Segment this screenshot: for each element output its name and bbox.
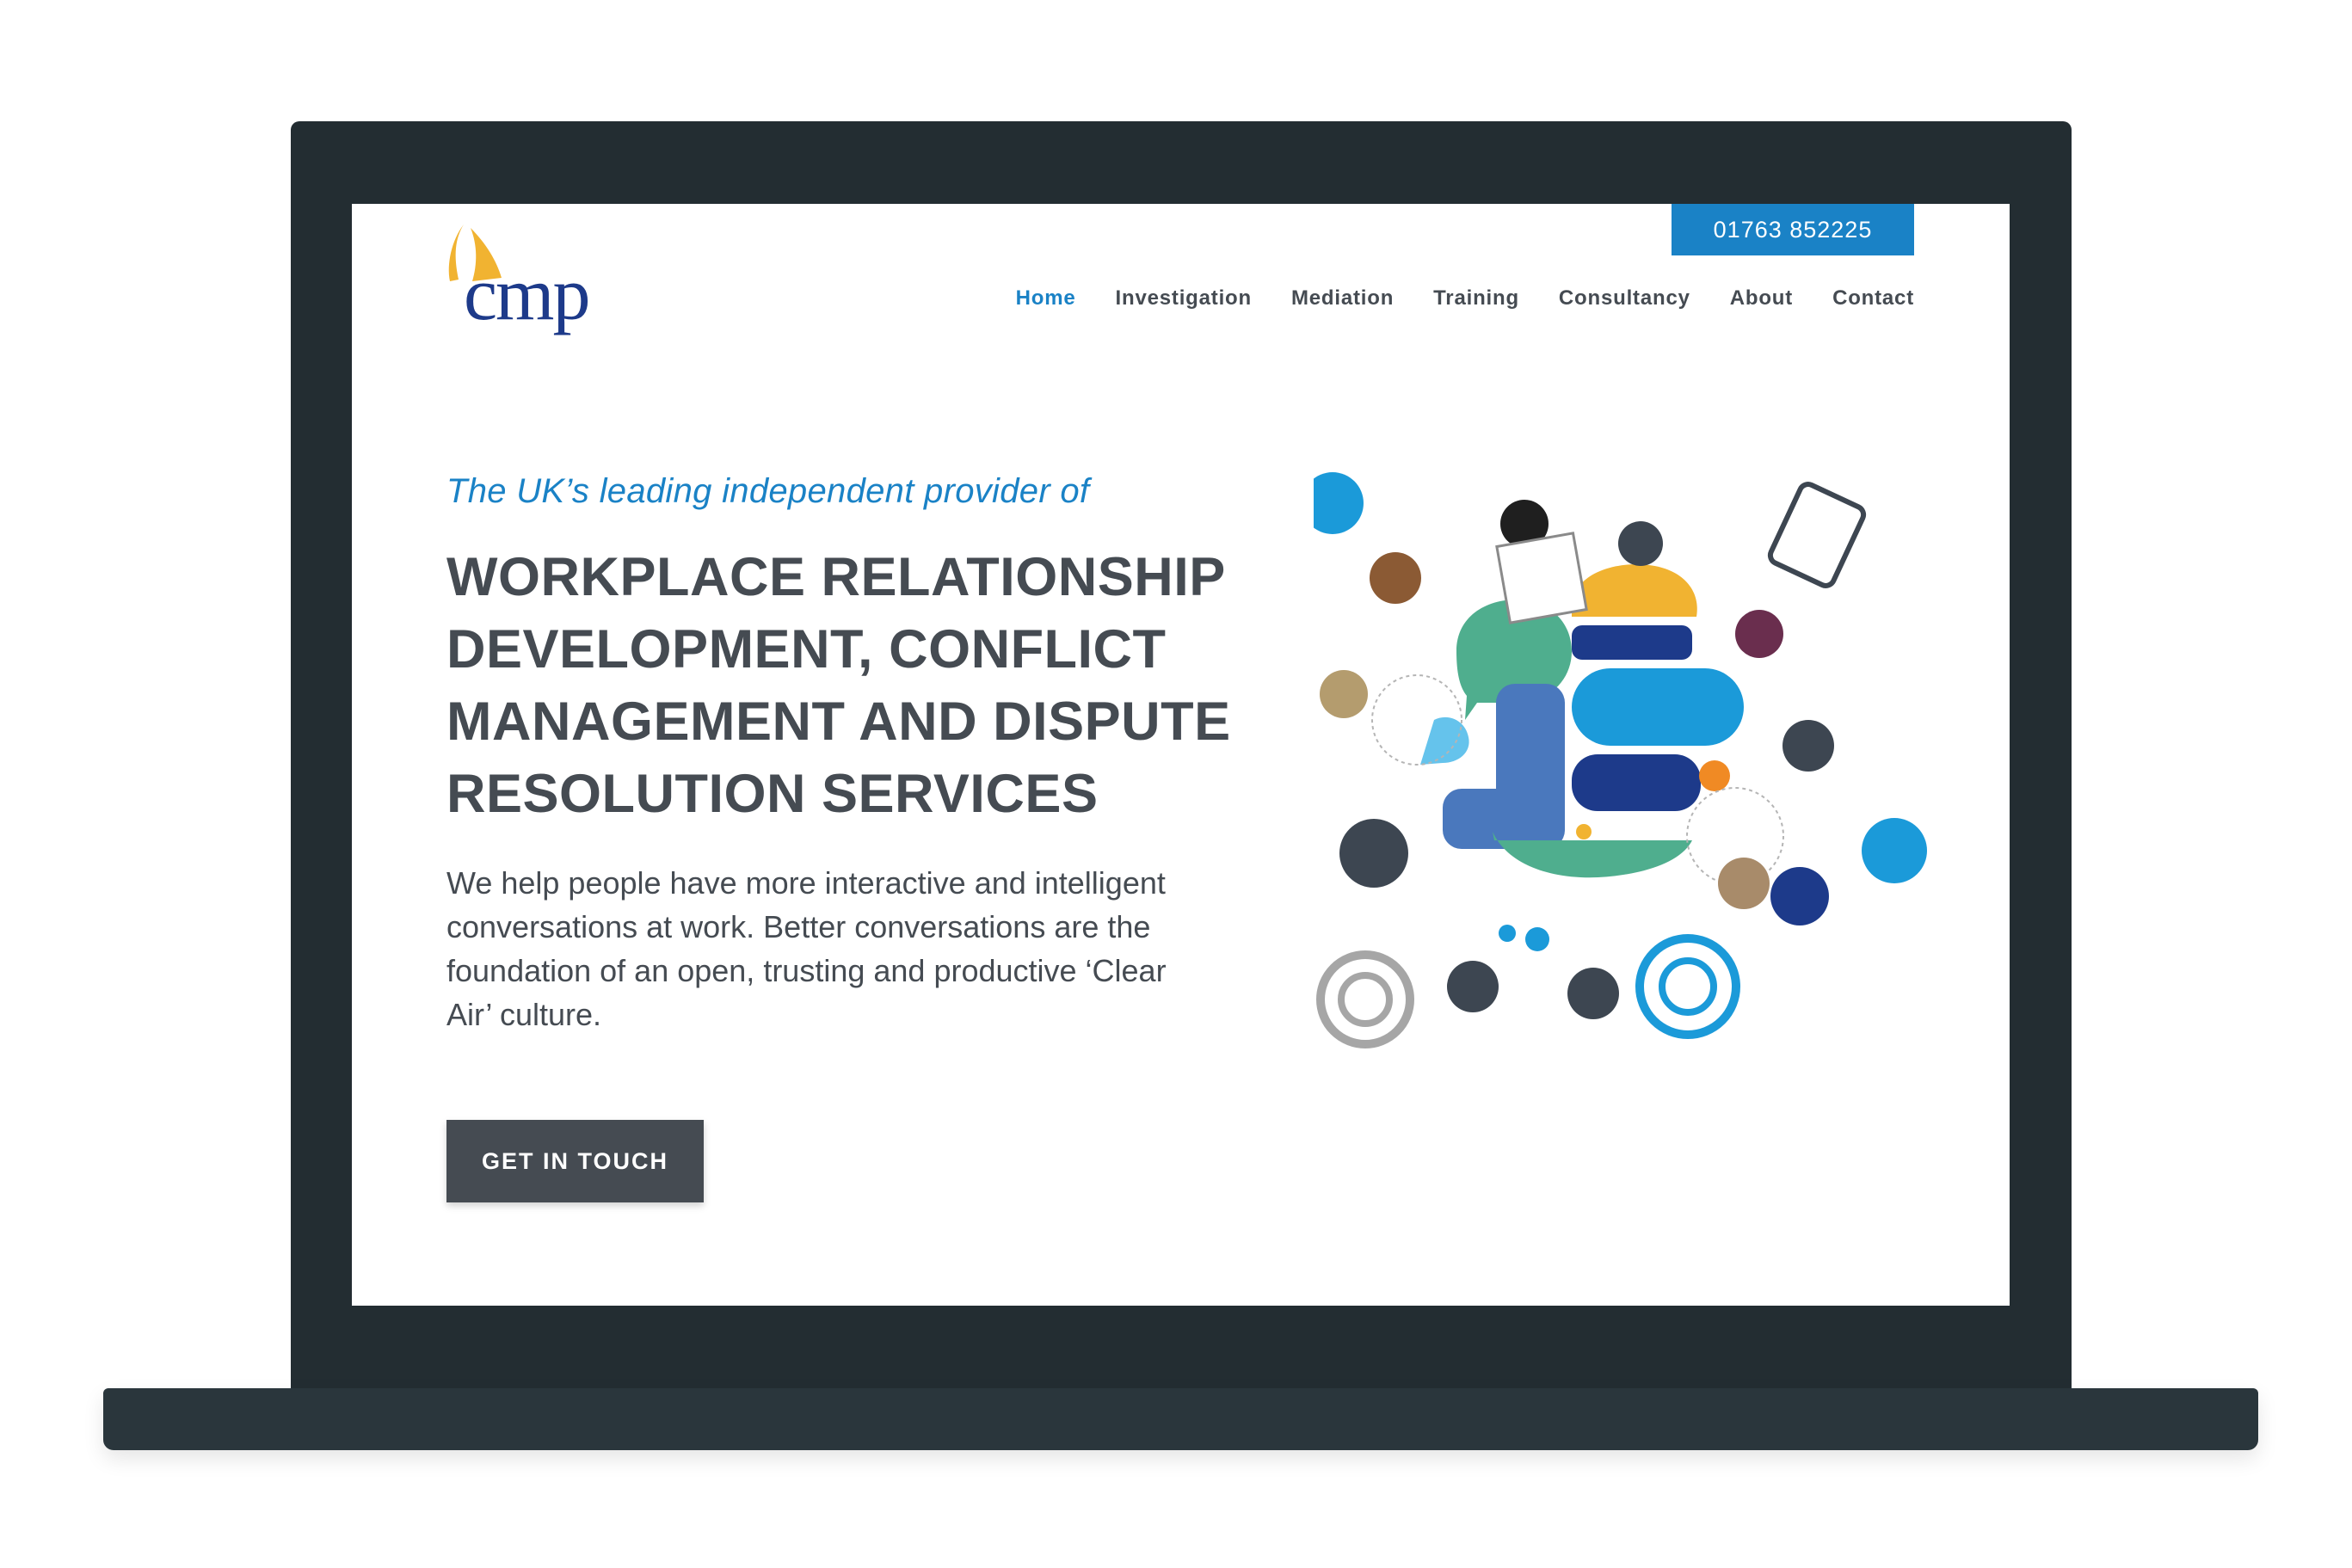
person-head (1447, 961, 1499, 1012)
description-line: conversations at work. Better conversati… (446, 909, 1151, 944)
maze-inner-icon (1659, 957, 1717, 1016)
bubble-block-right (1572, 668, 1744, 746)
headline-line: DEVELOPMENT, CONFLICT (446, 619, 1167, 679)
arrows-badge-icon (1862, 818, 1927, 883)
hero-headline: WORKPLACE RELATIONSHIP DEVELOPMENT, CONF… (446, 541, 1307, 830)
person-head (1567, 968, 1619, 1019)
phone-button[interactable]: 01763 852225 (1672, 204, 1914, 255)
person-head (1320, 670, 1368, 718)
accent-dot-orange (1699, 760, 1730, 791)
alphabet-badge-icon (1314, 472, 1364, 534)
question-mark-icon (1525, 927, 1549, 951)
question-mark-icon (1499, 925, 1516, 942)
target-rings-inner-icon (1338, 972, 1393, 1027)
maze-icon (1635, 934, 1740, 1039)
description-line: Air’ culture. (446, 997, 602, 1032)
hero-illustration (1314, 472, 1927, 1048)
speech-bubble-light (1420, 716, 1469, 765)
nav-mediation[interactable]: Mediation (1291, 286, 1394, 311)
get-in-touch-button[interactable]: GET IN TOUCH (446, 1120, 704, 1202)
headline-line: MANAGEMENT AND DISPUTE (446, 692, 1231, 752)
description-line: foundation of an open, trusting and prod… (446, 953, 1167, 988)
main-nav: Home Investigation Mediation Training Co… (1016, 286, 1914, 311)
person-head (1718, 858, 1770, 909)
nav-consultancy[interactable]: Consultancy (1559, 286, 1690, 311)
hero-description: We help people have more interactive and… (446, 861, 1247, 1036)
bubble-block-navy (1572, 754, 1701, 811)
nav-about[interactable]: About (1730, 286, 1793, 311)
person-head (1339, 819, 1408, 888)
person-head (1618, 521, 1663, 566)
laptop-base (103, 1388, 2258, 1450)
browser-screen: cmp 01763 852225 Home Investigation Medi… (352, 204, 2010, 1306)
speech-bubble-yellow (1572, 564, 1697, 617)
bubble-block-bottom (1443, 789, 1565, 849)
tablet-icon (1767, 482, 1867, 588)
person-head (1782, 720, 1834, 772)
cmp-logo[interactable]: cmp (446, 223, 593, 343)
description-line: We help people have more interactive and… (446, 865, 1166, 901)
headline-line: RESOLUTION SERVICES (446, 764, 1099, 824)
pie-chart-icon (1770, 867, 1829, 925)
target-rings-icon (1316, 950, 1414, 1048)
accent-dot-yellow (1576, 824, 1592, 839)
headline-line: WORKPLACE RELATIONSHIP (446, 547, 1226, 607)
notepad-icon (1495, 532, 1588, 624)
person-head (1735, 610, 1783, 658)
nav-investigation[interactable]: Investigation (1116, 286, 1252, 311)
bubble-bar-top (1572, 625, 1692, 660)
person-head (1370, 552, 1421, 604)
nav-contact[interactable]: Contact (1832, 286, 1914, 311)
nav-training[interactable]: Training (1433, 286, 1519, 311)
nav-home[interactable]: Home (1016, 286, 1076, 311)
logo-text: cmp (464, 253, 591, 336)
hero-tagline: The UK’s leading independent provider of (446, 472, 1090, 510)
